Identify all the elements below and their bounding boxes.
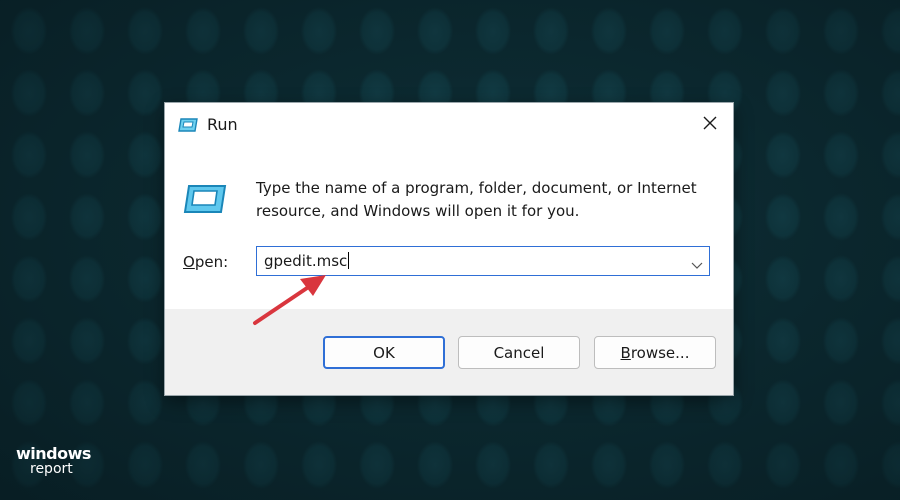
open-combobox[interactable]: gpedit.msc — [256, 246, 710, 276]
dialog-footer: OK Cancel Browse... — [165, 309, 733, 395]
open-label-mnemonic: O — [183, 253, 195, 271]
text-caret — [348, 252, 350, 269]
logo-line-1: windows — [16, 444, 91, 463]
open-input-value: gpedit.msc — [264, 252, 348, 270]
window-title: Run — [207, 115, 238, 134]
logo-line-2: report — [30, 461, 73, 477]
dialog-description: Type the name of a program, folder, docu… — [256, 179, 697, 220]
run-icon — [178, 117, 198, 133]
close-icon — [703, 115, 717, 134]
browse-mnemonic: B — [620, 343, 631, 362]
cancel-button[interactable]: Cancel — [458, 336, 580, 369]
chevron-down-icon[interactable] — [691, 256, 703, 269]
ok-button[interactable]: OK — [323, 336, 445, 369]
run-program-icon — [183, 184, 227, 214]
close-button[interactable] — [693, 109, 727, 139]
browse-button[interactable]: Browse... — [594, 336, 716, 369]
run-dialog: Run Type the name of a program, folder, … — [165, 103, 733, 395]
open-label: Open: — [183, 253, 228, 271]
open-label-text: pen: — [194, 253, 229, 271]
windows-report-logo: windows report — [16, 444, 91, 477]
browse-label: rowse... — [630, 343, 690, 362]
title-bar[interactable]: Run — [165, 103, 733, 147]
open-input[interactable]: gpedit.msc — [264, 252, 350, 270]
